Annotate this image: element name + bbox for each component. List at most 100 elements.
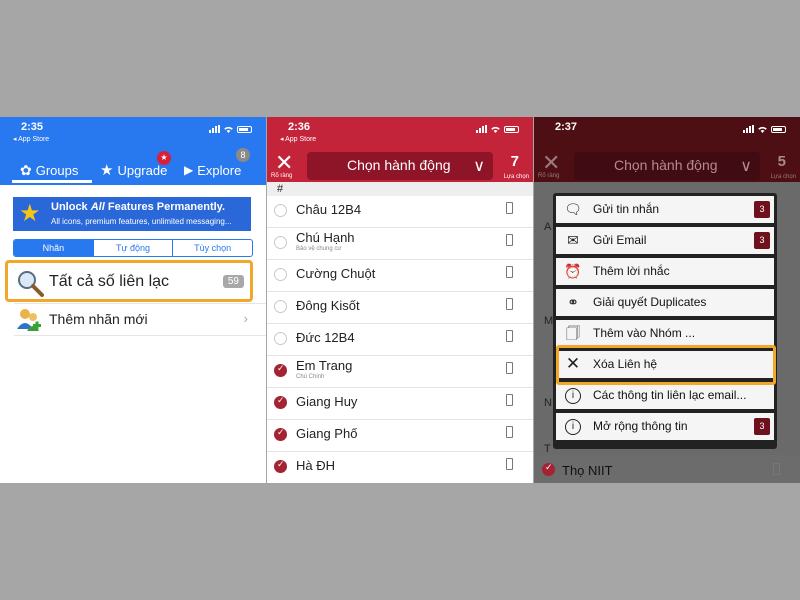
- selected-count: 7: [510, 153, 519, 170]
- action-header-dimmed: 2:37 ✕ Rõ ràng Chọn hành động ∨ 5 Lựa ch…: [534, 117, 800, 182]
- list-item[interactable]: Thọ NIIT: [534, 455, 800, 483]
- phone-icon: [506, 202, 513, 214]
- segment-options[interactable]: Tùy chọn: [173, 240, 252, 256]
- select-radio-checked[interactable]: [274, 459, 287, 473]
- menu-item-email-contact-info[interactable]: i Các thông tin liên lạc email...: [556, 382, 774, 409]
- close-icon[interactable]: ✕: [542, 152, 560, 174]
- unlock-banner[interactable]: ★ Unlock All Features Permanently. All i…: [13, 197, 251, 231]
- contact-name: Giang Phố: [296, 426, 358, 441]
- close-icon[interactable]: ✕: [275, 152, 293, 174]
- panel-groups: 2:35 ◂ App Store ✿ Groups ★ Upgrade ▶ Ex…: [0, 117, 266, 483]
- list-item[interactable]: Giang Phố: [267, 420, 533, 452]
- signal-icon: [476, 125, 487, 133]
- add-label-text: Thêm nhãn mới: [49, 311, 148, 327]
- list-item[interactable]: Châu 12B4: [267, 196, 533, 228]
- upgrade-star-badge: ★: [157, 151, 171, 165]
- select-radio[interactable]: [274, 204, 287, 217]
- select-radio-checked[interactable]: [542, 462, 555, 476]
- list-item[interactable]: Hà ĐH: [267, 452, 533, 483]
- contact-subtitle: Bảo vệ chung cư: [296, 246, 342, 252]
- action-menu: 🗨 Gửi tin nhắn 3 ✉ Gửi Email 3 ⏰ Thêm lờ…: [553, 193, 777, 449]
- list-item[interactable]: Em Trang Chú Chinh: [267, 356, 533, 388]
- tab-groups-label: Groups: [35, 162, 79, 178]
- choose-action-button[interactable]: Chọn hành động ∨: [307, 152, 493, 180]
- select-radio[interactable]: [274, 332, 287, 345]
- tab-explore[interactable]: ▶ Explore: [184, 155, 241, 185]
- list-item[interactable]: Đức 12B4: [267, 324, 533, 356]
- contact-name: Đức 12B4: [296, 330, 355, 345]
- signal-icon: [743, 125, 754, 133]
- status-icons: [743, 125, 786, 133]
- status-bar: 2:35 ◂ App Store: [0, 117, 266, 145]
- contact-list: Châu 12B4 Chú Hạnh Bảo vệ chung cư Cường…: [267, 196, 533, 483]
- select-radio[interactable]: [274, 300, 287, 313]
- divider: [14, 335, 266, 336]
- duplicates-icon: ⚭: [567, 294, 579, 310]
- list-item[interactable]: Chú Hạnh Bảo vệ chung cư: [267, 228, 533, 260]
- chevron-down-icon: ∨: [740, 158, 752, 175]
- selected-label: Lựa chọn: [503, 174, 529, 180]
- status-icons: [209, 125, 252, 133]
- chevron-down-icon: ∨: [473, 158, 485, 175]
- add-people-icon: [17, 309, 41, 331]
- label-segmented-control: Nhãn Tự động Tùy chọn: [13, 239, 253, 257]
- select-radio[interactable]: [274, 268, 287, 281]
- banner-title-em: All: [90, 201, 105, 213]
- status-time: 2:37: [555, 121, 578, 133]
- signal-icon: [209, 125, 220, 133]
- menu-item-expand-info[interactable]: i Mở rộng thông tin 3: [556, 413, 774, 440]
- wifi-icon: [758, 126, 767, 133]
- menu-item-label: Gửi Email: [593, 233, 647, 247]
- list-item[interactable]: Đông Kisốt: [267, 292, 533, 324]
- select-radio-checked[interactable]: [274, 395, 287, 409]
- menu-item-add-to-group[interactable]: 🗍 Thêm vào Nhóm ...: [556, 320, 774, 347]
- banner-subtitle: All icons, premium features, unlimited m…: [51, 217, 232, 226]
- magnifier-icon: [18, 271, 44, 297]
- choose-action-label: Chọn hành động: [614, 157, 718, 173]
- select-radio-checked[interactable]: [274, 427, 287, 441]
- menu-item-label: Các thông tin liên lạc email...: [593, 388, 747, 402]
- select-radio[interactable]: [274, 236, 287, 249]
- choose-action-label: Chọn hành động: [347, 157, 451, 173]
- choose-action-button[interactable]: Chọn hành động ∨: [574, 152, 760, 180]
- contacts-header: 2:36 ◂ App Store ✕ Rõ ràng Chọn hành độn…: [267, 117, 533, 182]
- message-icon: 🗨: [564, 201, 582, 217]
- segment-auto[interactable]: Tự động: [94, 240, 174, 256]
- info-plus-icon: i: [565, 419, 581, 435]
- all-contacts-row[interactable]: Tất cả số liên lạc 59: [14, 267, 244, 297]
- banner-title: Unlock All Features Permanently.: [51, 201, 225, 213]
- phone-icon: [506, 394, 513, 406]
- star-icon: ★: [100, 162, 114, 179]
- section-letter: A: [544, 221, 552, 233]
- phone-icon: [506, 266, 513, 278]
- contact-name: Châu 12B4: [296, 202, 362, 217]
- menu-item-label: Gửi tin nhắn: [593, 202, 660, 216]
- add-label-row[interactable]: Thêm nhãn mới ›: [14, 307, 252, 333]
- tab-explore-label: Explore: [197, 162, 242, 178]
- list-item[interactable]: Giang Huy: [267, 388, 533, 420]
- menu-item-send-message[interactable]: 🗨 Gửi tin nhắn 3: [556, 196, 774, 223]
- contact-name: Đông Kisốt: [296, 298, 360, 313]
- select-radio-checked[interactable]: [274, 363, 287, 377]
- status-bar: 2:36 ◂ App Store: [267, 117, 533, 145]
- info-icon: i: [565, 388, 581, 404]
- banner-title-pre: Unlock: [51, 201, 91, 213]
- menu-item-badge: 3: [754, 232, 770, 249]
- menu-item-resolve-duplicates[interactable]: ⚭ Giải quyết Duplicates: [556, 289, 774, 316]
- selected-label: Lựa chọn: [770, 174, 796, 180]
- phone-icon: [773, 463, 780, 475]
- segment-labels[interactable]: Nhãn: [14, 240, 94, 256]
- status-bar: 2:37: [534, 117, 800, 145]
- wifi-icon: [224, 126, 233, 133]
- section-header: #: [267, 182, 533, 196]
- menu-item-add-reminder[interactable]: ⏰ Thêm lời nhắc: [556, 258, 774, 285]
- list-item[interactable]: Cường Chuột: [267, 260, 533, 292]
- back-to-app-store[interactable]: ◂ App Store: [280, 135, 316, 143]
- status-time: 2:36: [288, 121, 311, 133]
- star-icon: ★: [19, 200, 41, 227]
- section-letter: T: [544, 443, 551, 455]
- email-icon: ✉: [567, 232, 579, 248]
- back-to-app-store[interactable]: ◂ App Store: [13, 135, 49, 143]
- menu-item-send-email[interactable]: ✉ Gửi Email 3: [556, 227, 774, 254]
- menu-item-badge: 3: [754, 418, 770, 435]
